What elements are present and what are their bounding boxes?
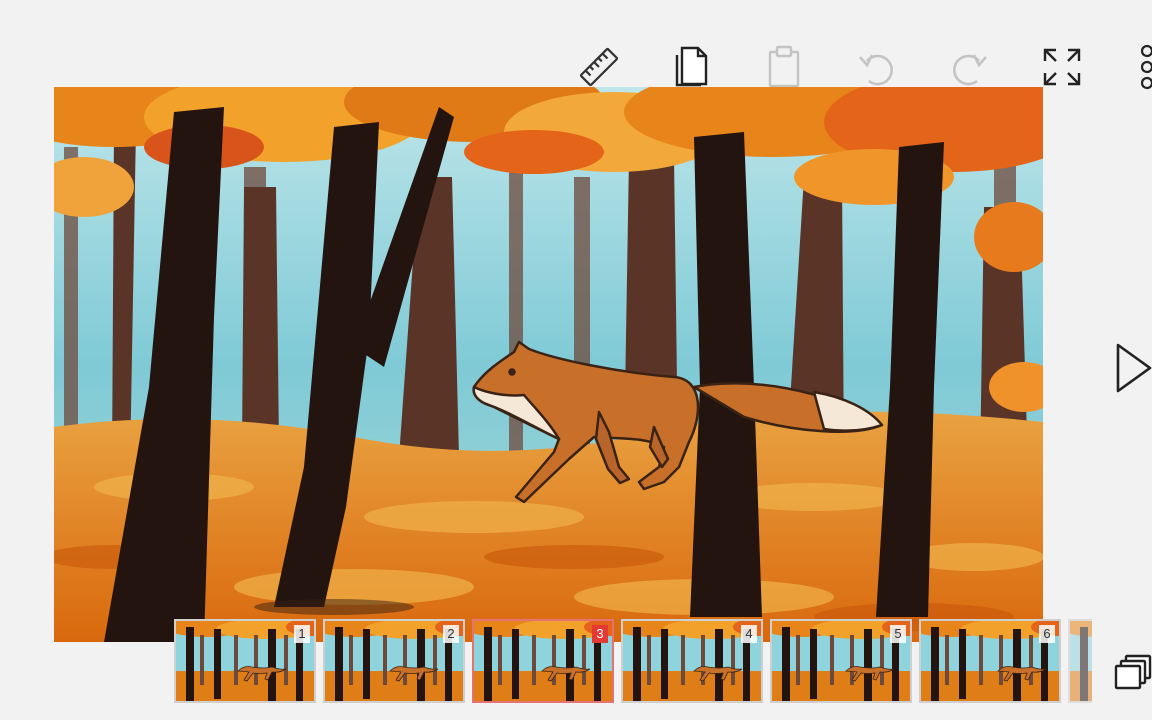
drawing-canvas[interactable] <box>54 87 1043 642</box>
frame-thumbnail[interactable]: 6 <box>919 619 1061 703</box>
copy-button[interactable] <box>666 42 716 92</box>
fullscreen-icon <box>1043 48 1081 86</box>
frame-number: 1 <box>294 625 310 643</box>
paste-button[interactable] <box>759 42 809 92</box>
frame-thumbnail[interactable]: 1 <box>174 619 316 703</box>
ruler-button[interactable] <box>574 42 624 92</box>
copy-icon <box>675 46 708 87</box>
ruler-icon <box>579 47 619 87</box>
fullscreen-button[interactable] <box>1037 42 1087 92</box>
frame-strip[interactable]: 1 2 3 4 5 6 <box>174 619 1092 703</box>
undo-button[interactable] <box>852 42 902 92</box>
frame-thumbnail[interactable]: 3 <box>472 619 614 703</box>
play-button[interactable] <box>1110 340 1152 396</box>
more-button[interactable] <box>1128 42 1152 92</box>
play-icon <box>1116 343 1152 393</box>
more-icon <box>1140 44 1152 90</box>
frame-thumbnail[interactable]: 5 <box>770 619 912 703</box>
frame-number: 3 <box>592 625 608 643</box>
paste-icon <box>768 45 800 88</box>
frame-number: 6 <box>1039 625 1055 643</box>
frame-number: 4 <box>741 625 757 643</box>
undo-icon <box>859 54 893 86</box>
autumn-forest-scene <box>54 87 1043 642</box>
redo-icon <box>953 54 987 86</box>
frame-thumbnail-partial[interactable] <box>1068 619 1092 703</box>
frame-thumbnail[interactable]: 4 <box>621 619 763 703</box>
frame-number: 2 <box>443 625 459 643</box>
frames-stack-button[interactable] <box>1112 650 1152 696</box>
frame-number: 5 <box>890 625 906 643</box>
redo-button[interactable] <box>944 42 994 92</box>
frame-thumbnail-image <box>1070 621 1092 701</box>
layers-icon <box>1114 654 1152 690</box>
frame-thumbnail[interactable]: 2 <box>323 619 465 703</box>
